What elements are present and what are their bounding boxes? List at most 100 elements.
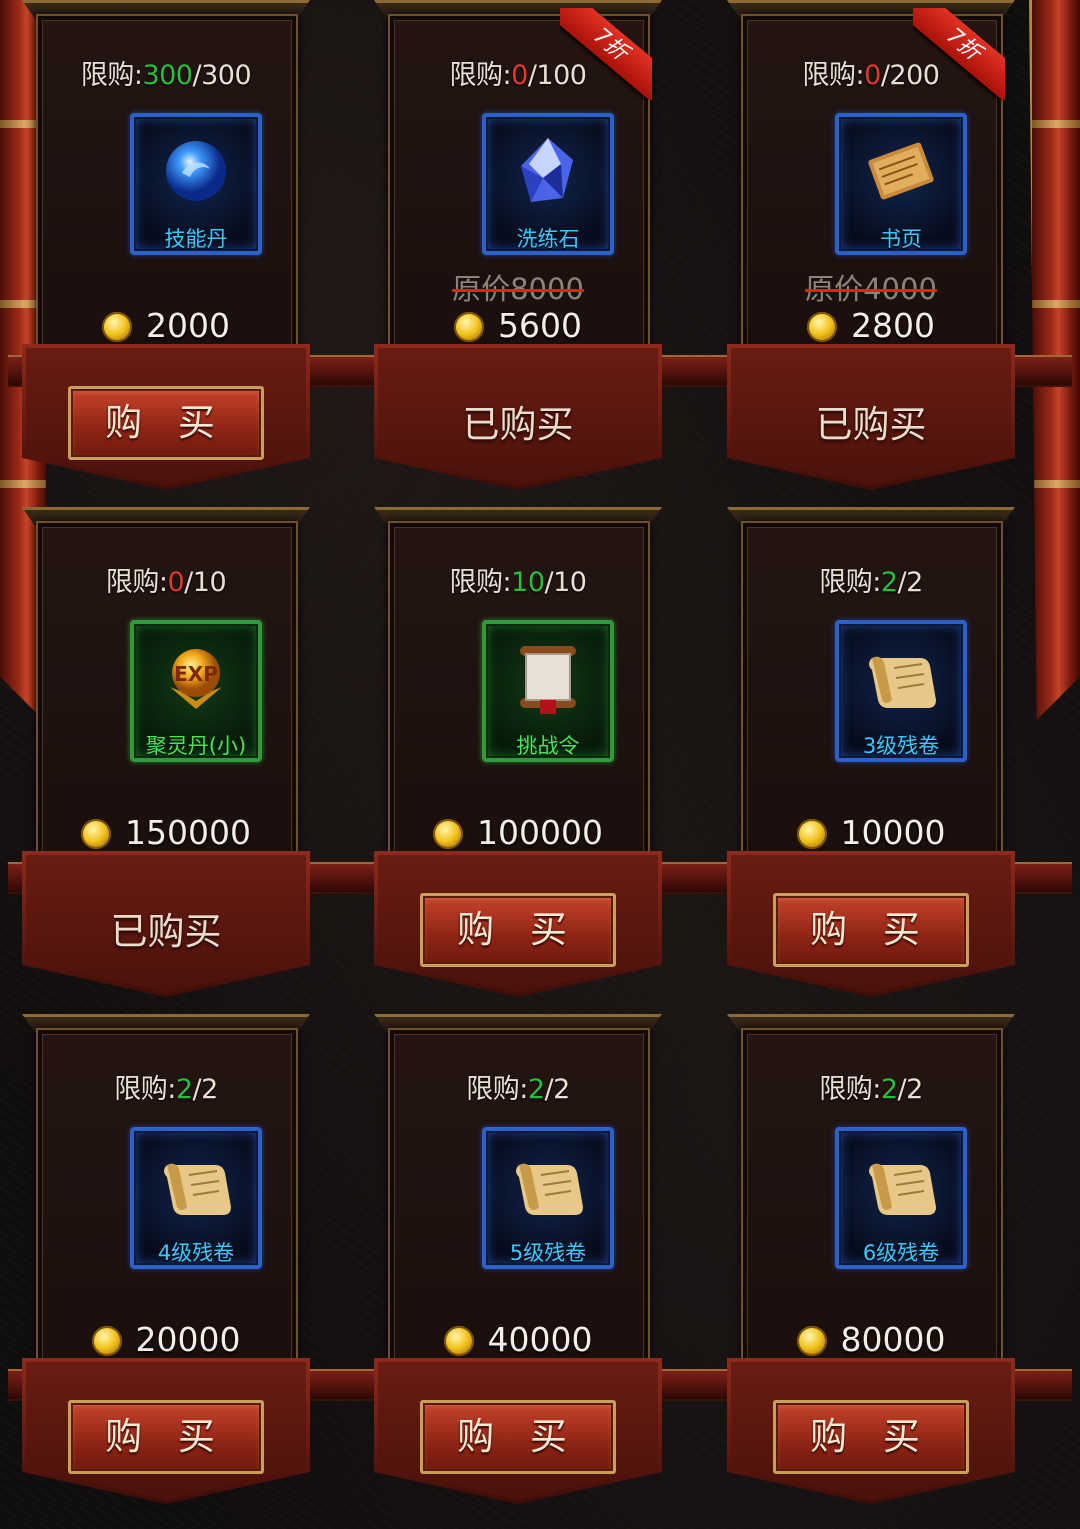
scroll-icon bbox=[507, 1149, 589, 1225]
gold-coin-icon bbox=[433, 819, 463, 849]
item-icon-frame[interactable]: EXP 聚灵丹(小) bbox=[130, 620, 262, 762]
purchase-limit: 限购:10/10 bbox=[374, 560, 662, 599]
purchase-limit: 限购:300/300 bbox=[22, 53, 310, 92]
purchase-limit-total: /10 bbox=[544, 567, 587, 598]
item-icon-frame[interactable]: 书页 bbox=[835, 113, 967, 255]
item-name: 技能丹 bbox=[164, 227, 228, 251]
purchase-limit-current: 0 bbox=[511, 60, 528, 91]
purchase-limit: 限购:2/2 bbox=[727, 1067, 1015, 1106]
item-icon-frame[interactable]: 4级残卷 bbox=[130, 1127, 262, 1269]
shop-item-card: 限购:300/300 技能丹 2000 购 买 bbox=[22, 0, 310, 490]
buy-button[interactable]: 购 买 bbox=[773, 1400, 969, 1474]
discount-label: 7折 bbox=[913, 8, 1005, 100]
purchase-limit-label: 限购: bbox=[802, 60, 865, 91]
item-name: 5级残卷 bbox=[509, 1241, 587, 1265]
purchase-limit-current: 0 bbox=[864, 60, 881, 91]
scroll-icon bbox=[860, 1149, 942, 1225]
shop-item-card: 限购:2/2 4级残卷 20000 购 买 bbox=[22, 1014, 310, 1504]
item-price: 100000 bbox=[374, 813, 662, 852]
purchase-limit-label: 限购: bbox=[819, 567, 881, 598]
buy-button[interactable]: 购 买 bbox=[68, 386, 264, 460]
purchase-limit-current: 2 bbox=[880, 567, 898, 598]
price-value: 20000 bbox=[135, 1320, 241, 1359]
item-icon-frame[interactable]: 挑战令 bbox=[482, 620, 614, 762]
purchase-limit-total: /2 bbox=[544, 1074, 571, 1105]
gold-coin-icon bbox=[454, 312, 484, 342]
purchase-limit-total: /300 bbox=[192, 60, 252, 91]
purchase-limit-current: 2 bbox=[527, 1074, 545, 1105]
item-price: 10000 bbox=[727, 813, 1015, 852]
purchase-limit-label: 限购: bbox=[80, 60, 143, 91]
discount-ribbon: 7折 bbox=[560, 8, 652, 100]
gold-coin-icon bbox=[796, 1326, 827, 1356]
item-name: 6级残卷 bbox=[862, 1241, 940, 1265]
buy-button[interactable]: 购 买 bbox=[773, 893, 969, 967]
gold-coin-icon bbox=[81, 819, 111, 849]
purchase-limit: 限购:0/10 bbox=[22, 560, 310, 599]
shop-item-card: 限购:2/2 6级残卷 80000 购 买 bbox=[727, 1014, 1015, 1504]
buy-button[interactable]: 购 买 bbox=[68, 1400, 264, 1474]
price-value: 10000 bbox=[840, 813, 946, 852]
discount-ribbon: 7折 bbox=[913, 8, 1005, 100]
price-value: 2800 bbox=[851, 306, 935, 345]
crystal-icon bbox=[513, 134, 583, 212]
purchased-label: 已购买 bbox=[815, 403, 927, 446]
price-value: 2000 bbox=[146, 306, 230, 345]
purchase-limit-total: /2 bbox=[897, 567, 924, 598]
purchase-limit-label: 限购: bbox=[466, 1074, 528, 1105]
original-price: 原价8000 bbox=[452, 272, 584, 306]
gold-coin-icon bbox=[807, 312, 837, 342]
item-name: 聚灵丹(小) bbox=[145, 734, 247, 758]
gold-coin-icon bbox=[796, 819, 827, 849]
scroll-icon bbox=[155, 1149, 237, 1225]
shop-item-card: 限购:10/10 挑战令 100000 购 买 bbox=[374, 507, 662, 997]
item-price: 2800 bbox=[727, 306, 1015, 345]
original-price: 原价4000 bbox=[805, 272, 937, 306]
item-name: 洗练石 bbox=[516, 227, 580, 251]
price-value: 100000 bbox=[477, 813, 603, 852]
purchase-limit: 限购:2/2 bbox=[727, 560, 1015, 599]
price-value: 40000 bbox=[487, 1320, 593, 1359]
shop-item-card: 限购:2/2 3级残卷 10000 购 买 bbox=[727, 507, 1015, 997]
shop-item-card: 限购:2/2 5级残卷 40000 购 买 bbox=[374, 1014, 662, 1504]
buy-button[interactable]: 购 买 bbox=[420, 893, 616, 967]
gold-coin-icon bbox=[443, 1326, 474, 1356]
gold-coin-icon bbox=[91, 1326, 122, 1356]
purchase-limit-current: 0 bbox=[167, 567, 185, 598]
item-price: 150000 bbox=[22, 813, 310, 852]
price-value: 80000 bbox=[840, 1320, 946, 1359]
purchase-limit-current: 2 bbox=[880, 1074, 898, 1105]
purchased-label: 已购买 bbox=[462, 403, 574, 446]
purchase-limit: 限购:2/2 bbox=[22, 1067, 310, 1106]
challenge-scroll-icon bbox=[506, 636, 590, 724]
purchase-limit-label: 限购: bbox=[114, 1074, 176, 1105]
buy-button[interactable]: 购 买 bbox=[420, 1400, 616, 1474]
purchase-limit: 限购:2/2 bbox=[374, 1067, 662, 1106]
exp-orb-icon: EXP bbox=[160, 643, 232, 717]
purchase-limit-label: 限购: bbox=[819, 1074, 881, 1105]
discount-label: 7折 bbox=[560, 8, 652, 100]
shop-item-card: 限购:0/100 洗练石 原价8000 5600 7折 已购买 bbox=[374, 0, 662, 490]
item-name: 挑战令 bbox=[516, 734, 580, 758]
shop-item-card: 限购:0/10 EXP 聚灵丹(小) 150000 已购买 bbox=[22, 507, 310, 997]
blue-orb-icon bbox=[160, 135, 232, 211]
shop-grid: 限购:300/300 技能丹 2000 购 买 限购:0/100 洗练石 原价8… bbox=[0, 0, 1080, 1529]
item-icon-frame[interactable]: 洗练石 bbox=[482, 113, 614, 255]
item-name: 书页 bbox=[880, 227, 922, 251]
price-value: 150000 bbox=[125, 813, 251, 852]
item-name: 3级残卷 bbox=[862, 734, 940, 758]
svg-text:EXP: EXP bbox=[174, 662, 218, 686]
item-icon-frame[interactable]: 技能丹 bbox=[130, 113, 262, 255]
purchased-label: 已购买 bbox=[110, 910, 222, 953]
item-price: 20000 bbox=[22, 1320, 310, 1359]
purchase-limit-current: 2 bbox=[175, 1074, 193, 1105]
item-icon-frame[interactable]: 3级残卷 bbox=[835, 620, 967, 762]
purchase-limit-current: 10 bbox=[511, 567, 545, 598]
price-value: 5600 bbox=[498, 306, 582, 345]
item-icon-frame[interactable]: 6级残卷 bbox=[835, 1127, 967, 1269]
item-price: 5600 bbox=[374, 306, 662, 345]
item-icon-frame[interactable]: 5级残卷 bbox=[482, 1127, 614, 1269]
purchase-limit-label: 限购: bbox=[105, 567, 168, 598]
purchase-limit-label: 限购: bbox=[449, 60, 512, 91]
shop-item-card: 限购:0/200 书页 原价4000 2800 7折 已购买 bbox=[727, 0, 1015, 490]
